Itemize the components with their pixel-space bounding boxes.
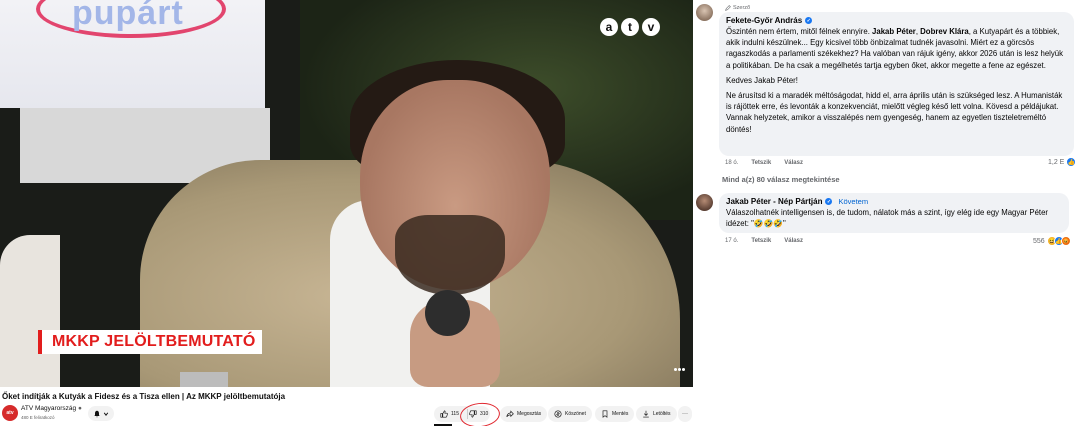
save-button[interactable]: Mentés: [595, 406, 635, 422]
background-projector-screen: pupárt: [0, 0, 265, 108]
share-label: Megosztás: [517, 411, 542, 417]
pencil-icon: [725, 5, 731, 11]
comment-meta: 18 ó. Tetszik Válasz: [725, 160, 803, 166]
comment-text: Őszintén nem értem, mitől félnek ennyire…: [726, 26, 1067, 135]
author-tag-label: Szerző: [733, 5, 751, 11]
notification-bell-button[interactable]: [88, 406, 114, 421]
red-highlight-circle: [458, 400, 502, 426]
bookmark-icon: [602, 410, 608, 418]
background-person: [0, 235, 60, 387]
download-label: Letöltés: [653, 411, 671, 417]
comment-like-link[interactable]: Tetszik: [751, 160, 771, 166]
mention-link[interactable]: Dobrev Klára: [920, 27, 969, 36]
comment-paragraph: Ne árusítsd ki a maradék méltóságodat, h…: [726, 91, 1063, 134]
comment-time[interactable]: 18 ó.: [725, 160, 738, 166]
speaker-beard: [395, 215, 505, 295]
comment-bubble: Fekete-Győr András ✓ Őszintén nem értem,…: [719, 12, 1074, 156]
comments-panel: Szerző Fekete-Győr András ✓ Őszintén nem…: [693, 0, 1080, 426]
commenter-avatar[interactable]: [696, 4, 713, 21]
share-button[interactable]: Megosztás: [500, 406, 548, 422]
follow-link[interactable]: Követem: [838, 197, 868, 206]
reply-time[interactable]: 17 ó.: [725, 238, 738, 244]
comment-reactions[interactable]: 1,2 E 👍: [1048, 157, 1077, 167]
view-more-replies-link[interactable]: Mind a(z) 80 válasz megtekintése: [722, 175, 840, 184]
video-player[interactable]: pupárt a t v MKKP JELÖLTBEMUTATÓ: [0, 0, 693, 387]
download-icon: [643, 410, 649, 418]
reaction-count: 556: [1033, 237, 1045, 245]
lower-third-text: MKKP JELÖLTBEMUTATÓ: [52, 333, 256, 350]
subscriber-count: 480 E feliratkozó: [21, 415, 55, 420]
lower-third-caption: MKKP JELÖLTBEMUTATÓ: [38, 330, 262, 354]
background-screen-text: pupárt: [72, 0, 184, 32]
comment-author-name: Fekete-Győr András: [726, 16, 803, 25]
like-count: 115: [451, 411, 459, 417]
more-actions-button[interactable]: ···: [678, 406, 692, 422]
channel-avatar-text: atv: [6, 410, 14, 416]
channel-row: atv ATV Magyarország ● 480 E feliratkozó…: [0, 400, 693, 426]
mention-link[interactable]: Jakab Péter: [872, 27, 916, 36]
verified-icon: ●: [77, 405, 82, 412]
save-label: Mentés: [612, 411, 629, 417]
reply-author-name: Jakab Péter - Nép Pártján: [726, 197, 823, 206]
thanks-button[interactable]: Köszönet: [548, 406, 592, 422]
verified-badge-icon: ✓: [825, 198, 833, 205]
download-button[interactable]: Letöltés: [636, 406, 677, 422]
reply-like-link[interactable]: Tetszik: [751, 238, 771, 244]
thanks-icon: [554, 410, 562, 418]
reply-reactions[interactable]: 556 😆 👍 😡: [1033, 236, 1071, 246]
author-tag: Szerző: [725, 5, 750, 11]
reply-reply-link[interactable]: Válasz: [784, 238, 803, 244]
atv-logo-letter: a: [600, 18, 618, 36]
table-glass: [180, 372, 228, 387]
atv-logo: a t v: [600, 18, 660, 36]
angry-reaction-icon: 😡: [1060, 236, 1071, 246]
chevron-down-icon: [103, 412, 109, 416]
comment-paragraph: Őszintén nem értem, mitől félnek ennyire…: [726, 26, 1067, 71]
share-icon: [506, 410, 514, 418]
like-reaction-icon: 👍: [1066, 157, 1077, 167]
thumbs-up-icon: [440, 410, 448, 418]
atv-logo-letter: t: [621, 18, 639, 36]
comment-author[interactable]: Fekete-Győr András ✓: [726, 16, 1067, 25]
commenter-avatar[interactable]: [696, 194, 713, 211]
video-title: Őket indítják a Kutyák a Fidesz és a Tis…: [2, 392, 286, 401]
more-actions-icon: ···: [682, 411, 688, 417]
screenshot-root: pupárt a t v MKKP JELÖLTBEMUTATÓ Őket in…: [0, 0, 1080, 426]
channel-avatar[interactable]: atv: [2, 405, 18, 421]
atv-logo-letter: v: [642, 18, 660, 36]
reply-text: Válaszolhatnék intelligensen is, de tudo…: [726, 207, 1062, 229]
channel-name-text: ATV Magyarország: [21, 405, 77, 412]
comment-reply-link[interactable]: Válasz: [784, 160, 803, 166]
reaction-icons: 😆 👍 😡: [1046, 236, 1071, 246]
reply-meta: 17 ó. Tetszik Válasz: [725, 238, 803, 244]
channel-name[interactable]: ATV Magyarország ●: [21, 405, 82, 412]
reply-bubble: Jakab Péter - Nép Pártján ✓ Követem Vála…: [719, 193, 1069, 233]
bell-icon: [94, 410, 100, 417]
reply-text-part: ": [783, 219, 786, 229]
thanks-label: Köszönet: [565, 411, 586, 417]
microphone: [425, 290, 470, 336]
reaction-count: 1,2 E: [1048, 158, 1065, 166]
laughing-emoji-icon: 🤣🤣🤣: [753, 219, 784, 229]
corner-watermark: [674, 368, 686, 372]
comment-text-part: Őszintén nem értem, mitől félnek ennyire…: [726, 27, 873, 36]
verified-badge-icon: ✓: [805, 17, 813, 24]
reply-author[interactable]: Jakab Péter - Nép Pártján ✓ Követem: [726, 197, 1062, 206]
comment-paragraph: Kedves Jakab Péter!: [726, 75, 798, 85]
